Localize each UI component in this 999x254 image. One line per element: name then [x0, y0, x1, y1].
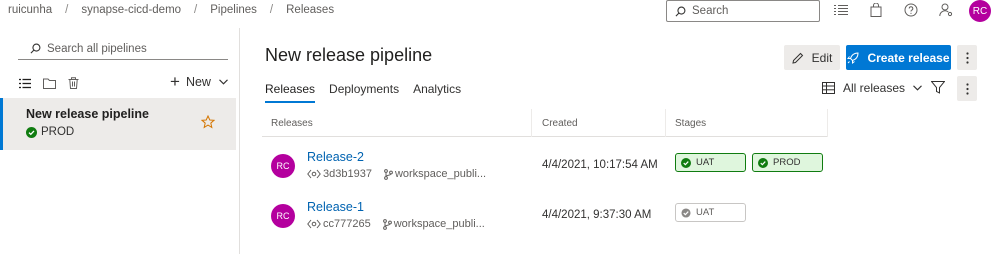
stage-name: UAT [696, 157, 715, 168]
help-icon[interactable] [902, 1, 920, 19]
release-name-link[interactable]: Release-1 [307, 200, 364, 214]
branch: workspace_publi... [384, 168, 486, 180]
commit-id: 3d3b1937 [323, 168, 372, 180]
column-divider [665, 109, 666, 137]
settings-list-icon[interactable] [832, 1, 850, 19]
breadcrumb-separator: / [194, 4, 198, 16]
view-toggle [18, 76, 90, 90]
breadcrumb-releases[interactable]: Releases [286, 4, 334, 16]
stage-name: PROD [773, 157, 801, 168]
search-pipelines-placeholder: Search all pipelines [47, 42, 147, 55]
sidebar-item-new-release-pipeline[interactable]: New release pipeline PROD [0, 98, 236, 150]
tab-bar: Releases Deployments Analytics [265, 82, 475, 103]
release-filter-dropdown[interactable]: All releases [822, 81, 922, 95]
edit-button[interactable]: Edit [784, 45, 840, 70]
breadcrumb-separator: / [65, 4, 69, 16]
created-date: 4/4/2021, 9:37:30 AM [542, 209, 652, 221]
branch: workspace_publi... [382, 218, 485, 230]
column-header-created[interactable]: Created [542, 118, 578, 129]
page-title: New release pipeline [265, 45, 433, 65]
release-meta: 3d3b1937 workspace_publi... [307, 168, 486, 180]
success-check-icon [681, 157, 691, 168]
user-avatar[interactable]: RC [969, 0, 991, 22]
create-release-button[interactable]: Create release [846, 45, 951, 70]
plus-icon: + [170, 72, 180, 91]
breadcrumb-project[interactable]: synapse-cicd-demo [81, 4, 181, 16]
release-filter-label: All releases [843, 81, 906, 95]
favorite-star-icon[interactable] [201, 115, 215, 129]
search-icon [30, 43, 41, 54]
table-row[interactable]: RC Release-1 cc777265 workspace_publi...… [262, 195, 828, 243]
commit-id: cc777265 [323, 218, 371, 230]
branch-icon [384, 168, 393, 180]
pencil-icon [792, 52, 803, 64]
more-vertical-icon [965, 51, 969, 64]
new-label: New [185, 75, 211, 89]
table-row[interactable]: RC Release-2 3d3b1937 workspace_publi...… [262, 145, 828, 193]
stage-badge-uat[interactable]: UAT [675, 203, 746, 222]
breadcrumb: ruicunha / synapse-cicd-demo / Pipelines… [8, 4, 334, 16]
search-icon [675, 6, 686, 16]
branch-name: workspace_publi... [393, 218, 485, 230]
new-pipeline-button[interactable]: + New [170, 72, 228, 91]
create-release-label: Create release [867, 50, 950, 65]
table-icon [822, 82, 835, 94]
top-bar: ruicunha / synapse-cicd-demo / Pipelines… [0, 0, 999, 22]
delete-icon[interactable] [66, 76, 80, 90]
chevron-down-icon [913, 85, 922, 91]
list-view-icon[interactable] [18, 76, 32, 90]
top-icons [832, 1, 972, 19]
success-check-icon [758, 157, 768, 168]
stage-badge-uat[interactable]: UAT [675, 153, 746, 172]
breadcrumb-pipelines[interactable]: Pipelines [210, 4, 257, 16]
top-search-placeholder: Search [692, 5, 729, 17]
filter-icon[interactable] [931, 81, 945, 94]
commit-icon [307, 169, 321, 179]
success-check-icon [26, 126, 37, 138]
release-name-link[interactable]: Release-2 [307, 150, 364, 164]
avatar: RC [271, 154, 295, 178]
column-header-stages[interactable]: Stages [675, 118, 706, 129]
releases-table-header: Releases Created Stages [262, 109, 828, 137]
pipelines-sidebar: Search all pipelines + New New release p… [0, 28, 240, 254]
pipeline-name: New release pipeline [26, 107, 149, 121]
column-divider [531, 109, 532, 137]
chevron-down-icon [219, 79, 228, 85]
branch-name: workspace_publi... [394, 168, 487, 180]
breadcrumb-organization[interactable]: ruicunha [8, 4, 52, 16]
tab-releases[interactable]: Releases [265, 82, 316, 103]
column-header-releases[interactable]: Releases [271, 118, 313, 129]
created-date: 4/4/2021, 10:17:54 AM [542, 159, 658, 171]
avatar: RC [271, 204, 295, 228]
edit-label: Edit [811, 50, 833, 65]
top-search-box[interactable]: Search [666, 0, 820, 22]
pipeline-status: PROD [26, 126, 74, 138]
search-pipelines-input[interactable]: Search all pipelines [18, 38, 228, 60]
more-vertical-icon [965, 82, 969, 95]
tab-deployments[interactable]: Deployments [329, 82, 399, 103]
more-actions-button[interactable] [957, 45, 977, 70]
stage-name: UAT [696, 207, 715, 218]
breadcrumb-separator: / [269, 4, 274, 16]
release-meta: cc777265 workspace_publi... [307, 218, 485, 230]
stage-badge-prod[interactable]: PROD [752, 153, 823, 172]
view-options-button[interactable] [957, 76, 977, 101]
commit-icon [307, 219, 321, 229]
pipeline-status-label: PROD [41, 126, 75, 138]
user-settings-icon[interactable] [937, 1, 955, 19]
not-deployed-icon [681, 207, 691, 218]
folder-view-icon[interactable] [42, 76, 56, 90]
tab-analytics[interactable]: Analytics [413, 82, 461, 103]
column-divider [827, 109, 828, 137]
branch-icon [382, 218, 392, 230]
shopping-bag-icon[interactable] [867, 1, 885, 19]
rocket-icon [847, 51, 859, 64]
